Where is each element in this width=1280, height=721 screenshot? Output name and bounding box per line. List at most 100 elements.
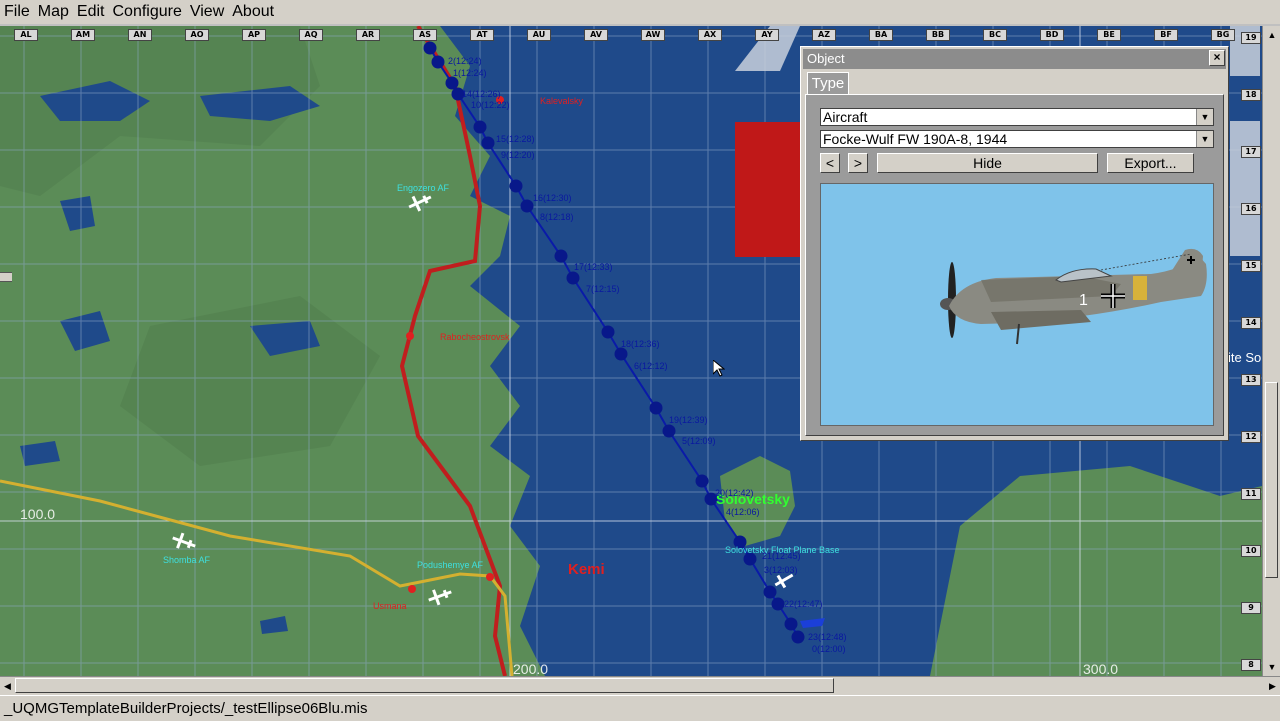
grid-row-header: 18: [1241, 89, 1261, 101]
waypoint-label: 23(12:48): [808, 632, 847, 642]
scroll-right-icon[interactable]: ▶: [1265, 677, 1280, 695]
grid-row-header: 17: [1241, 146, 1261, 158]
object-window: Object × Type Aircraft ▼ Focke-Wulf FW 1…: [800, 46, 1229, 441]
airfield-label: Podushemye AF: [417, 560, 484, 570]
aircraft-preview: 1: [820, 183, 1214, 426]
grid-col-header: AP: [242, 29, 266, 41]
menu-about[interactable]: About: [228, 0, 278, 24]
grid-col-header: AU: [527, 29, 551, 41]
grid-col-header: AT: [470, 29, 494, 41]
grid-row-header: 10: [1241, 545, 1261, 557]
waypoint-label: 20(12:42): [715, 488, 754, 498]
city-label: Kemi: [568, 561, 605, 578]
grid-col-header: AW: [641, 29, 665, 41]
airfield-label: Shomba AF: [163, 555, 211, 565]
waypoint-label: 21(12:45): [762, 551, 801, 561]
vertical-scroll-thumb[interactable]: [1265, 382, 1278, 578]
grid-col-header: AQ: [299, 29, 323, 41]
waypoint-label: 18(12:36): [621, 339, 660, 349]
grid-col-header: AX: [698, 29, 722, 41]
waypoint-label: 0(12:00): [812, 644, 846, 654]
category-select[interactable]: Aircraft ▼: [820, 108, 1214, 126]
hide-button[interactable]: Hide: [877, 153, 1098, 173]
grid-col-header: BD: [1040, 29, 1064, 41]
next-button[interactable]: >: [848, 153, 868, 173]
grid-row-header: 19: [1241, 32, 1261, 44]
grid-row-header: 11: [1241, 488, 1261, 500]
object-window-title-text: Object: [807, 51, 845, 66]
waypoint-label: 1(12:24): [453, 68, 487, 78]
waypoint-label: 22(12:47): [784, 599, 823, 609]
grid-col-header: AN: [128, 29, 152, 41]
grid-col-header: AR: [356, 29, 380, 41]
waypoint-label: 5(12:09): [682, 436, 716, 446]
menu-configure[interactable]: Configure: [108, 0, 185, 24]
waypoint-label: 4(12:06): [726, 507, 760, 517]
town-label: Usmana: [373, 601, 407, 611]
menu-file[interactable]: File: [0, 0, 34, 24]
grid-row-header: 9: [1241, 602, 1261, 614]
waypoint-label: 15(12:28): [496, 134, 535, 144]
grid-col-header: BC: [983, 29, 1007, 41]
waypoint-label: 9(12:20): [501, 150, 535, 160]
prev-button[interactable]: <: [820, 153, 840, 173]
chevron-down-icon[interactable]: ▼: [1196, 131, 1213, 147]
waypoint-label: 3(12:03): [764, 565, 798, 575]
object-window-title[interactable]: Object: [803, 49, 1226, 69]
vertical-scrollbar[interactable]: ▲ ▼: [1262, 26, 1280, 676]
waypoint-label: 19(12:39): [669, 415, 708, 425]
grid-col-header: AS: [413, 29, 437, 41]
coord-label-200: 200.0: [513, 661, 549, 676]
status-bar: _UQMGTemplateBuilderProjects/_testEllips…: [0, 695, 1280, 721]
aircraft-image: 1: [940, 248, 1207, 345]
grid-col-header: BG: [1211, 29, 1235, 41]
horizontal-scrollbar[interactable]: ◀ ▶: [0, 676, 1280, 695]
menu-bar: File Map Edit Configure View About: [0, 0, 1280, 24]
grid-col-header: BF: [1154, 29, 1178, 41]
grid-col-header: AM: [71, 29, 95, 41]
object-type-panel: Aircraft ▼ Focke-Wulf FW 190A-8, 1944 ▼ …: [805, 94, 1224, 436]
status-file-path: _UQMGTemplateBuilderProjects/_testEllips…: [4, 700, 368, 717]
grid-col-header: AV: [584, 29, 608, 41]
grid-row-header: 12: [1241, 431, 1261, 443]
menu-edit[interactable]: Edit: [73, 0, 109, 24]
export-button[interactable]: Export...: [1107, 153, 1194, 173]
model-select[interactable]: Focke-Wulf FW 190A-8, 1944 ▼: [820, 130, 1214, 148]
waypoint-label: 8(12:18): [540, 212, 574, 222]
waypoint-label: 17(12:33): [574, 262, 613, 272]
coord-label-100: 100.0: [20, 506, 56, 522]
menu-map[interactable]: Map: [34, 0, 73, 24]
chevron-down-icon[interactable]: ▼: [1196, 109, 1213, 125]
grid-col-header: BB: [926, 29, 950, 41]
map-splitter-handle[interactable]: [0, 272, 12, 282]
grid-col-header: AO: [185, 29, 209, 41]
scroll-down-icon[interactable]: ▼: [1263, 658, 1280, 676]
category-value: Aircraft: [823, 109, 868, 125]
town-label: Kalevalsky: [540, 96, 584, 106]
grid-col-header: AZ: [812, 29, 836, 41]
grid-row-header: 16: [1241, 203, 1261, 215]
airfield-label: Engozero AF: [397, 183, 450, 193]
tab-type[interactable]: Type: [807, 72, 849, 95]
grid-row-header: 8: [1241, 659, 1261, 671]
close-button[interactable]: ×: [1209, 50, 1225, 66]
grid-col-header: AL: [14, 29, 38, 41]
grid-col-header: BA: [869, 29, 893, 41]
aircraft-marking: 1: [1079, 292, 1088, 309]
grid-row-header: 13: [1241, 374, 1261, 386]
waypoint-label: 7(12:15): [586, 284, 620, 294]
waypoint-label: 14(12:26): [462, 89, 501, 99]
model-value: Focke-Wulf FW 190A-8, 1944: [823, 131, 1008, 147]
scroll-left-icon[interactable]: ◀: [0, 677, 15, 695]
waypoint-label: 2(12:24): [448, 56, 482, 66]
menu-view[interactable]: View: [186, 0, 228, 24]
grid-row-header: 15: [1241, 260, 1261, 272]
horizontal-scroll-thumb[interactable]: [15, 678, 834, 693]
waypoint-label: 16(12:30): [533, 193, 572, 203]
town-label: Rabocheostrovsk: [440, 332, 510, 342]
mouse-cursor-icon: [713, 360, 725, 377]
scroll-up-icon[interactable]: ▲: [1263, 26, 1280, 44]
grid-col-header: AY: [755, 29, 779, 41]
grid-row-header: 14: [1241, 317, 1261, 329]
coord-label-300: 300.0: [1083, 661, 1119, 676]
